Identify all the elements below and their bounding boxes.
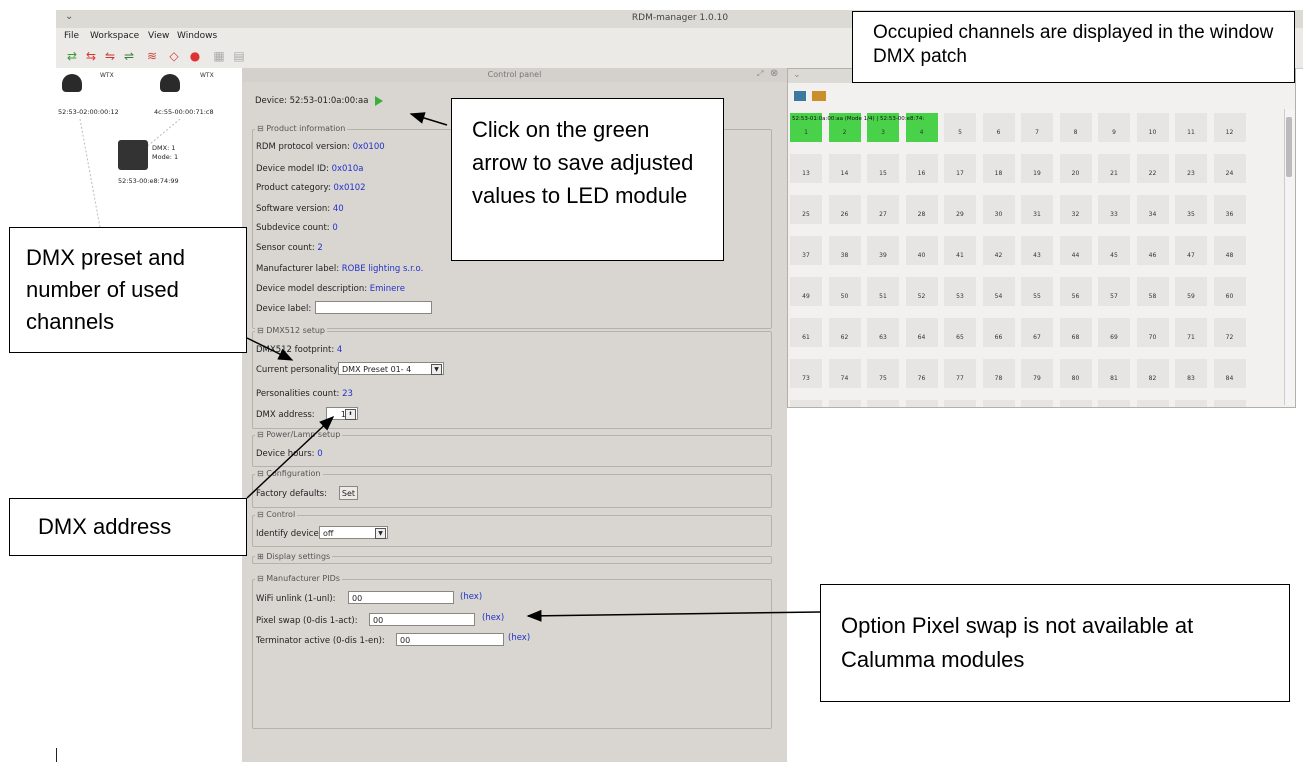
callout-arrows — [246, 112, 821, 622]
